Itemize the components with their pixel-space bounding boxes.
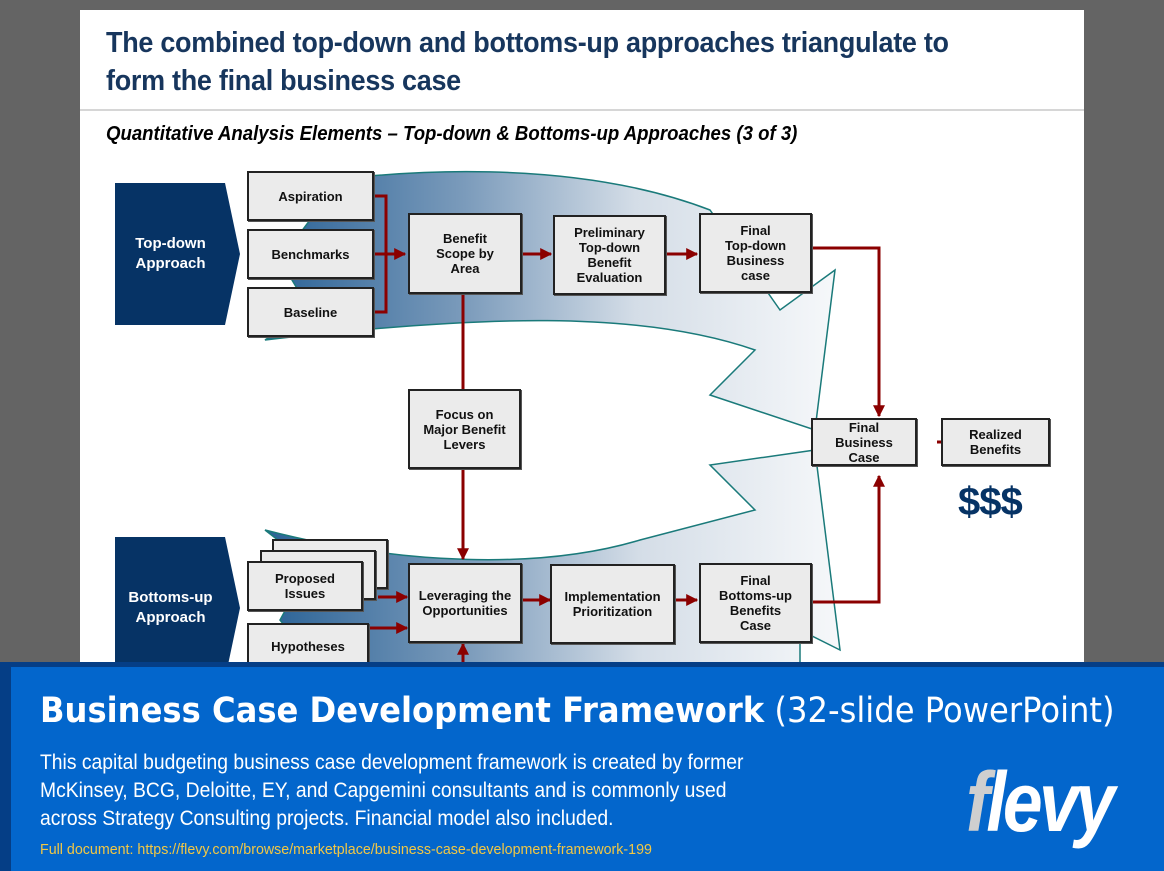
focus-levers-box: Focus on Major Benefit Levers bbox=[408, 389, 521, 469]
flevy-logo-f: f bbox=[966, 755, 990, 849]
top-down-approach: Top-down Approach bbox=[115, 183, 240, 325]
proposed-issues-box: Proposed Issues bbox=[247, 561, 363, 611]
final-top-down-box: Final Top-down Business case bbox=[699, 213, 812, 293]
banner-title: Business Case Development Framework (32-… bbox=[40, 691, 1115, 731]
flevy-logo-rest: levy bbox=[986, 755, 1115, 849]
baseline-box: Baseline bbox=[247, 287, 374, 337]
banner-title-light: (32-slide PowerPoint) bbox=[774, 691, 1115, 731]
banner-title-bold: Business Case Development Framework bbox=[40, 691, 765, 731]
preliminary-top-down-box: Preliminary Top-down Benefit Evaluation bbox=[553, 215, 666, 295]
leveraging-opportunities-box: Leveraging the Opportunities bbox=[408, 563, 522, 643]
realized-benefits-box: Realized Benefits bbox=[941, 418, 1050, 466]
flevy-logo[interactable]: flevy bbox=[966, 760, 1115, 844]
promo-banner: Business Case Development Framework (32-… bbox=[0, 662, 1164, 871]
dollar-signs: $$$ bbox=[958, 480, 1023, 524]
benchmarks-box: Benchmarks bbox=[247, 229, 374, 279]
full-document-link[interactable]: Full document: https://flevy.com/browse/… bbox=[40, 841, 652, 858]
aspiration-box: Aspiration bbox=[247, 171, 374, 221]
banner-description: This capital budgeting business case dev… bbox=[40, 751, 744, 830]
promo-banner-inner: Business Case Development Framework (32-… bbox=[11, 667, 1164, 871]
final-bottoms-up-box: Final Bottoms-up Benefits Case bbox=[699, 563, 812, 643]
benefit-scope-box: Benefit Scope by Area bbox=[408, 213, 522, 294]
implementation-prioritization-box: Implementation Prioritization bbox=[550, 564, 675, 644]
final-business-case-box: Final Business Case bbox=[811, 418, 917, 466]
slide: The combined top-down and bottoms-up app… bbox=[80, 10, 1084, 670]
bottoms-up-approach: Bottoms-up Approach bbox=[115, 537, 240, 670]
